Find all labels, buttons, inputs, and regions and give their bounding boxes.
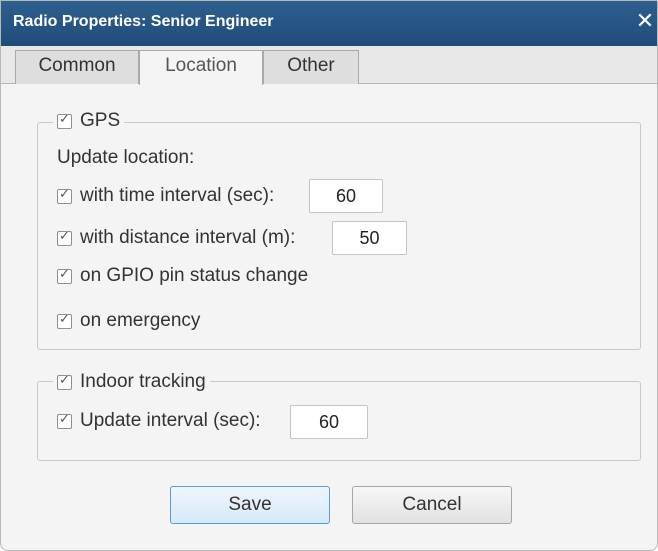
distance-interval-input[interactable]: 50 (332, 221, 407, 255)
time-interval-label: with time interval (sec): (80, 185, 275, 206)
time-interval-checkbox[interactable]: ✓ (57, 186, 72, 204)
update-interval-checkbox[interactable]: ✓ (57, 411, 72, 429)
time-interval-input[interactable]: 60 (309, 179, 383, 213)
indoor-tracking-label: Indoor tracking (80, 371, 206, 392)
gpio-row: ✓ on GPIO pin status change (57, 260, 308, 292)
checkmark-icon: ✓ (59, 186, 70, 202)
checkmark-icon: ✓ (59, 111, 70, 127)
gpio-label: on GPIO pin status change (80, 265, 309, 286)
gps-label: GPS (80, 110, 121, 131)
tab-location[interactable]: Location (139, 50, 263, 85)
tab-other[interactable]: Other (263, 50, 359, 84)
tab-common[interactable]: Common (15, 50, 139, 84)
distance-interval-row: ✓ with distance interval (m): (57, 222, 295, 254)
window-title: Radio Properties: Senior Engineer (13, 13, 274, 30)
time-interval-row: ✓ with time interval (sec): (57, 180, 274, 212)
save-button[interactable]: Save (170, 486, 330, 524)
gps-checkbox[interactable]: ✓ (57, 111, 72, 129)
checkmark-icon: ✓ (59, 411, 70, 427)
checkmark-icon: ✓ (59, 311, 70, 327)
gps-legend: ✓ GPS (53, 106, 125, 136)
emergency-checkbox[interactable]: ✓ (57, 311, 72, 329)
radio-properties-dialog: Radio Properties: Senior Engineer ✕ Comm… (0, 0, 658, 551)
emergency-row: ✓ on emergency (57, 305, 200, 337)
indoor-tracking-checkbox[interactable]: ✓ (57, 372, 72, 390)
indoor-tracking-legend: ✓ Indoor tracking (53, 367, 210, 397)
checkmark-icon: ✓ (59, 228, 70, 244)
close-icon[interactable]: ✕ (633, 10, 657, 34)
checkmark-icon: ✓ (59, 266, 70, 282)
update-interval-row: ✓ Update interval (sec): (57, 405, 261, 437)
update-interval-label: Update interval (sec): (80, 410, 261, 431)
cancel-button[interactable]: Cancel (352, 486, 512, 524)
title-bar: Radio Properties: Senior Engineer ✕ (1, 1, 657, 46)
checkmark-icon: ✓ (59, 372, 70, 388)
gpio-checkbox[interactable]: ✓ (57, 266, 72, 284)
distance-interval-checkbox[interactable]: ✓ (57, 228, 72, 246)
emergency-label: on emergency (80, 310, 201, 331)
tab-bar: Common Location Other (1, 46, 657, 85)
update-interval-input[interactable]: 60 (290, 405, 368, 439)
update-location-label: Update location: (57, 147, 195, 168)
distance-interval-label: with distance interval (m): (80, 227, 296, 248)
